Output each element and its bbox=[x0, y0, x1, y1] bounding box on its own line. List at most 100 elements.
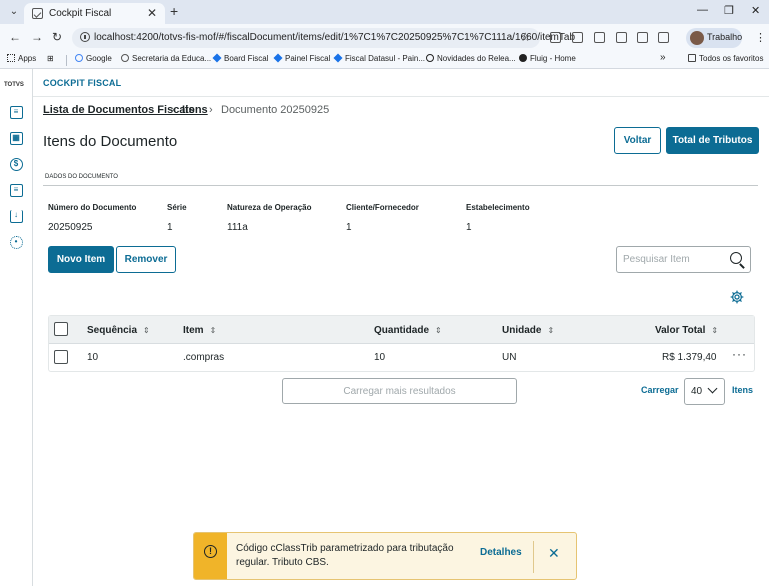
fluig-icon bbox=[519, 54, 527, 62]
row-actions-icon[interactable]: ··· bbox=[732, 347, 747, 361]
bookmark-novidades[interactable]: Novidades do Relea... bbox=[426, 54, 516, 63]
total-taxes-button[interactable]: Total de Tributos bbox=[666, 127, 759, 154]
all-bookmarks[interactable]: Todos os favoritos bbox=[688, 54, 763, 63]
side-nav: TOTVS ≡ ▦ $ ≡ ↓ • bbox=[0, 69, 33, 586]
gear-icon[interactable] bbox=[730, 290, 744, 304]
cell-item: .compras bbox=[183, 352, 225, 363]
sort-icon[interactable]: ⇕ bbox=[435, 326, 442, 335]
browser-toolbar: ← → ↻ localhost:4200/totvs-fis-mof/#/fis… bbox=[0, 24, 769, 51]
browser-tabstrip: ⌄ Cockpit Fiscal ✕ + — ❐ ✕ bbox=[0, 0, 769, 24]
row-checkbox[interactable] bbox=[54, 350, 68, 364]
field-label-natureza: Natureza de Operação bbox=[227, 203, 312, 212]
bookmark-fiscal-datasul[interactable]: Fiscal Datasul - Pain... bbox=[333, 53, 425, 63]
bookmark-board-fiscal[interactable]: Board Fiscal bbox=[212, 53, 268, 63]
field-label-document-number: Número do Documento bbox=[48, 203, 137, 212]
totvs-logo: TOTVS bbox=[4, 82, 24, 88]
bookmark-fluig[interactable]: Fluig - Home bbox=[519, 54, 576, 63]
search-field[interactable] bbox=[616, 246, 751, 273]
tab-close-icon[interactable]: ✕ bbox=[147, 6, 157, 20]
new-tab-icon[interactable]: + bbox=[170, 3, 178, 19]
bookmarks-overflow-icon[interactable]: » bbox=[660, 52, 666, 63]
column-header-item[interactable]: Item ⇕ bbox=[183, 325, 216, 336]
column-header-quantidade[interactable]: Quantidade ⇕ bbox=[374, 325, 442, 336]
load-label: Carregar bbox=[641, 385, 679, 395]
breadcrumb-items-link[interactable]: Itens bbox=[182, 104, 208, 116]
profile-button[interactable]: Trabalho bbox=[686, 28, 742, 48]
select-all-checkbox[interactable] bbox=[54, 322, 68, 336]
report-icon[interactable]: ≡ bbox=[10, 184, 23, 197]
extensions-puzzle-icon[interactable] bbox=[658, 32, 669, 43]
bookmark-google[interactable]: Google bbox=[75, 54, 112, 63]
window-close-icon[interactable]: ✕ bbox=[751, 4, 760, 17]
new-item-button[interactable]: Novo Item bbox=[48, 246, 114, 273]
field-value-serie: 1 bbox=[167, 222, 173, 233]
site-info-icon[interactable] bbox=[80, 32, 90, 42]
download-icon[interactable]: ↓ bbox=[10, 210, 23, 223]
warning-icon: ! bbox=[204, 545, 217, 558]
tab-title: Cockpit Fiscal bbox=[49, 8, 112, 19]
settings-icon[interactable]: • bbox=[10, 236, 23, 249]
extension-icon[interactable] bbox=[572, 32, 583, 43]
github-icon bbox=[426, 54, 434, 62]
sort-icon[interactable]: ⇕ bbox=[143, 326, 150, 335]
field-label-serie: Série bbox=[167, 203, 187, 212]
sort-icon[interactable]: ⇕ bbox=[547, 326, 554, 335]
items-label: Itens bbox=[732, 385, 754, 395]
back-button[interactable]: Voltar bbox=[614, 127, 661, 154]
remove-button[interactable]: Remover bbox=[116, 246, 176, 273]
field-label-cliente: Cliente/Fornecedor bbox=[346, 203, 419, 212]
toast-divider bbox=[533, 541, 534, 573]
forward-icon[interactable]: → bbox=[31, 30, 43, 44]
breadcrumb-separator-icon: › bbox=[209, 104, 213, 116]
address-bar[interactable]: localhost:4200/totvs-fis-mof/#/fiscalDoc… bbox=[72, 28, 575, 48]
powerbi-icon bbox=[273, 53, 283, 63]
search-icon[interactable] bbox=[730, 252, 742, 264]
extension-icon[interactable] bbox=[637, 32, 648, 43]
sort-icon[interactable]: ⇕ bbox=[210, 326, 217, 335]
extension-icon[interactable] bbox=[550, 32, 561, 43]
column-header-sequencia[interactable]: Sequência ⇕ bbox=[87, 325, 150, 336]
minimize-icon[interactable]: — bbox=[697, 4, 708, 16]
field-label-estabelecimento: Estabelecimento bbox=[466, 203, 530, 212]
tab-search-icon[interactable]: ⌄ bbox=[6, 5, 22, 19]
column-header-valor-total[interactable]: Valor Total ⇕ bbox=[655, 325, 718, 336]
browser-menu-icon[interactable]: ⋮ bbox=[755, 31, 766, 44]
toast-details-link[interactable]: Detalhes bbox=[480, 547, 522, 558]
warning-toast: ! Código cClassTrib parametrizado para t… bbox=[193, 532, 577, 580]
page-size-select[interactable]: 40 bbox=[684, 378, 725, 405]
page-size-value: 40 bbox=[691, 386, 703, 397]
bookmark-apps[interactable]: Apps bbox=[7, 54, 36, 63]
apps-grid-icon bbox=[7, 54, 15, 62]
bookmark-secretaria[interactable]: Secretaria da Educa... bbox=[121, 54, 211, 63]
calculator-icon[interactable]: ▦ bbox=[10, 132, 23, 145]
money-icon[interactable]: $ bbox=[10, 158, 23, 171]
load-more-button[interactable]: Carregar mais resultados bbox=[282, 378, 517, 404]
extension-icon[interactable] bbox=[594, 32, 605, 43]
cell-quantidade: 10 bbox=[374, 352, 386, 363]
mail-icon[interactable] bbox=[616, 32, 627, 43]
back-icon[interactable]: ← bbox=[9, 30, 21, 44]
table-row[interactable]: 10 .compras 10 UN R$ 1.379,40 ··· bbox=[49, 344, 754, 371]
bookmark-star-icon[interactable]: ☆ bbox=[520, 30, 531, 44]
main-content: Lista de Documentos Fiscais › Itens › Do… bbox=[33, 97, 769, 586]
reload-icon[interactable]: ↻ bbox=[52, 30, 62, 44]
chevron-down-icon bbox=[707, 383, 718, 394]
folder-icon bbox=[688, 54, 696, 62]
tab-groups-icon[interactable]: ⊞ bbox=[47, 54, 54, 63]
restore-icon[interactable]: ❐ bbox=[724, 4, 734, 17]
document-icon[interactable]: ≡ bbox=[10, 106, 23, 119]
app-title: COCKPIT FISCAL bbox=[43, 78, 122, 88]
close-icon[interactable]: ✕ bbox=[548, 545, 560, 562]
column-header-unidade[interactable]: Unidade ⇕ bbox=[502, 325, 554, 336]
toast-message: Código cClassTrib parametrizado para tri… bbox=[236, 543, 454, 568]
bookmark-painel-fiscal[interactable]: Painel Fiscal bbox=[273, 53, 330, 63]
url-text[interactable]: localhost:4200/totvs-fis-mof/#/fiscalDoc… bbox=[94, 32, 575, 43]
toast-stripe: ! bbox=[194, 533, 227, 579]
field-value-natureza: 111a bbox=[227, 222, 248, 233]
section-divider bbox=[43, 185, 758, 186]
items-table: Sequência ⇕ Item ⇕ Quantidade ⇕ Unidade ⇕ Va… bbox=[48, 315, 755, 372]
search-input[interactable] bbox=[617, 247, 727, 272]
field-value-cliente: 1 bbox=[346, 222, 352, 233]
sort-icon[interactable]: ⇕ bbox=[711, 326, 718, 335]
browser-tab[interactable]: Cockpit Fiscal ✕ bbox=[24, 3, 165, 24]
